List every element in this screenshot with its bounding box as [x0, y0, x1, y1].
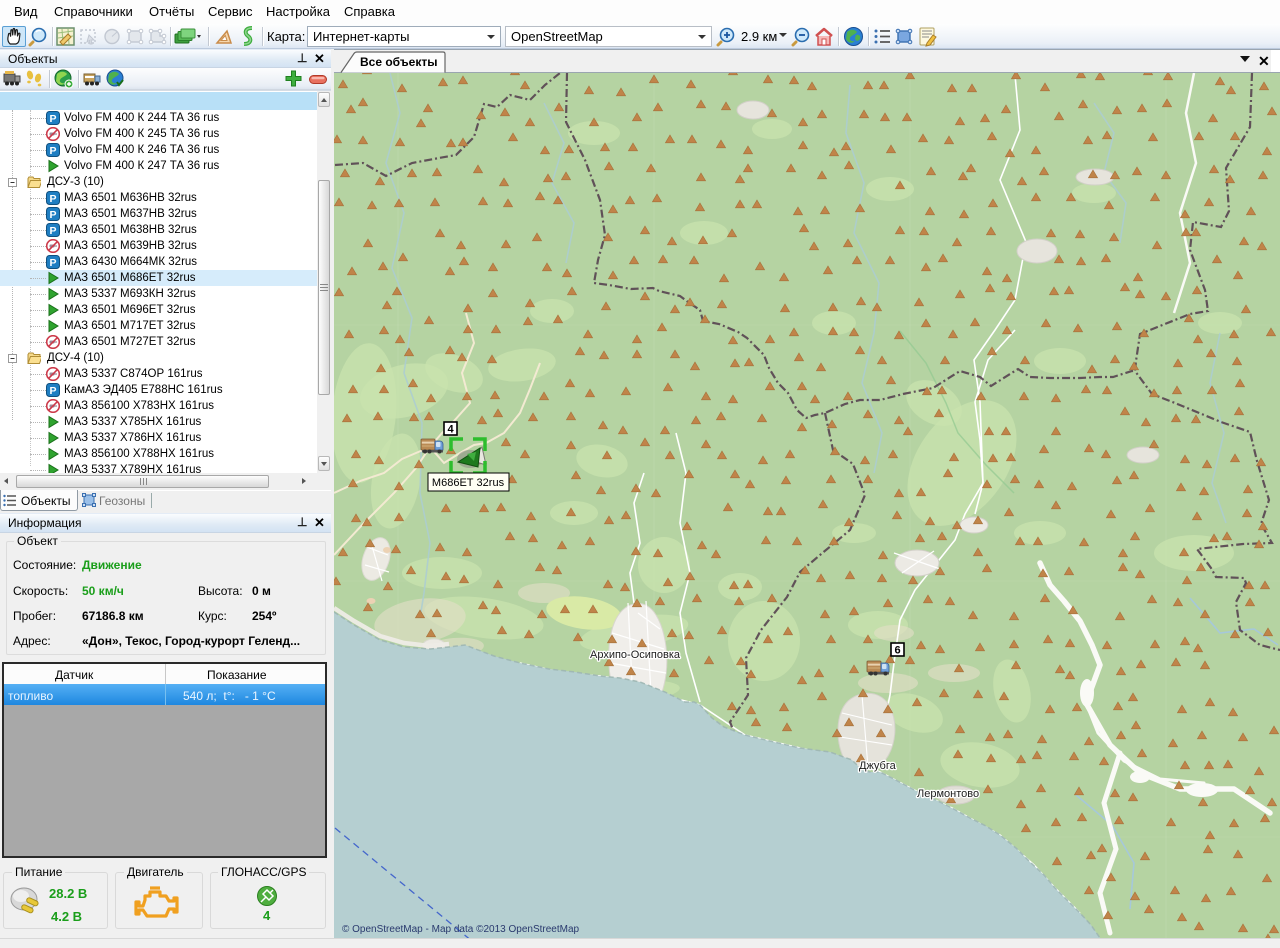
svg-text:6: 6: [894, 645, 900, 657]
svg-text:4: 4: [447, 424, 454, 436]
svg-text:Джубга: Джубга: [859, 760, 897, 772]
svg-text:© OpenStreetMap - Map data ©20: © OpenStreetMap - Map data ©2013 OpenStr…: [342, 924, 580, 935]
svg-text:Архипо-Осиповка: Архипо-Осиповка: [590, 649, 681, 661]
svg-text:М686ЕТ 32rus: М686ЕТ 32rus: [432, 477, 505, 489]
svg-text:Лермонтово: Лермонтово: [917, 788, 979, 800]
